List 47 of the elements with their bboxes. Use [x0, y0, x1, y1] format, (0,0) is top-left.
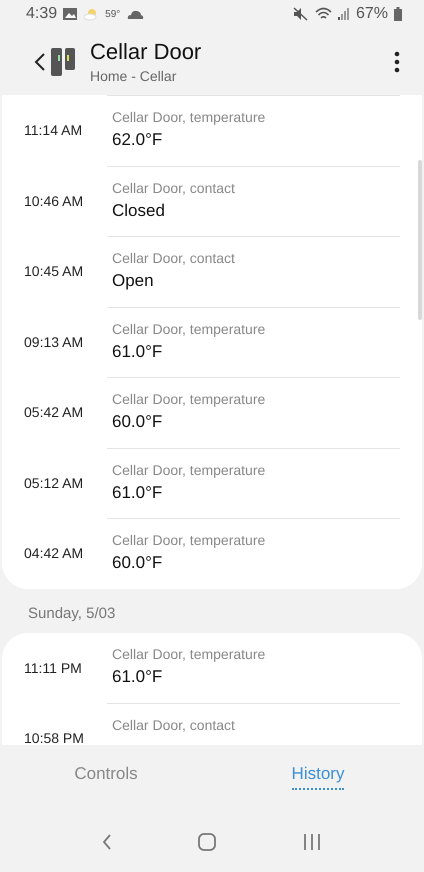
event-time: 10:45 AM — [23, 263, 84, 280]
event-source: Cellar Door, contact — [112, 180, 236, 196]
tab[interactable]: History — [212, 760, 424, 796]
battery-percent: 67% — [356, 5, 388, 23]
day-heading: Sunday, 5/03 — [27, 604, 116, 624]
event-source: Cellar Door, temperature — [112, 391, 266, 407]
event-value: 61.0°F — [112, 342, 164, 362]
event-value: 61.0°F — [112, 482, 164, 502]
event-value: 61.0°F — [112, 666, 164, 686]
event-source: Cellar Door, temperature — [112, 320, 266, 336]
event-source: Cellar Door, temperature — [112, 109, 266, 125]
back-icon — [34, 52, 46, 72]
event-value: 60.0°F — [112, 412, 164, 432]
event-time: 10:46 AM — [23, 192, 84, 209]
wifi-icon — [314, 7, 332, 21]
event-value: Closed — [112, 200, 166, 220]
clock-time: 4:39 — [26, 5, 58, 23]
home-icon — [196, 832, 217, 852]
event-time: 10:58 PM — [23, 730, 85, 745]
temperature-text: 59° — [105, 8, 120, 20]
event-time: 05:12 AM — [23, 474, 84, 491]
weather-icon — [83, 7, 100, 21]
device-location: Home - Cellar — [90, 68, 178, 84]
event-time: 11:11 PM — [23, 660, 83, 676]
event-time: 04:42 AM — [23, 545, 84, 562]
event-source: Cellar Door, contact — [112, 717, 236, 733]
door-sensor-icon — [50, 46, 76, 76]
event-source: Cellar Door, temperature — [112, 532, 266, 548]
cloud-icon — [126, 8, 144, 20]
more-icon — [394, 50, 400, 72]
battery-icon — [394, 7, 402, 21]
signal-icon — [338, 8, 350, 20]
device-title: Cellar Door — [90, 39, 202, 65]
event-time: 05:42 AM — [23, 404, 84, 420]
mute-icon — [292, 7, 309, 21]
event-value: 60.0°F — [112, 553, 164, 573]
event-value: 62.0°F — [112, 130, 164, 150]
recent-apps-icon — [302, 832, 322, 850]
tab[interactable]: Controls — [0, 760, 212, 796]
event-value: Open — [112, 271, 155, 291]
event-source: Cellar Door, temperature — [112, 646, 266, 662]
event-time: 09:13 AM — [23, 334, 84, 350]
event-source: Cellar Door, contact — [112, 250, 236, 266]
image-icon — [63, 8, 78, 20]
event-time: 11:14 AM — [23, 122, 84, 138]
back-icon — [102, 832, 112, 850]
event-source: Cellar Door, temperature — [112, 462, 266, 478]
